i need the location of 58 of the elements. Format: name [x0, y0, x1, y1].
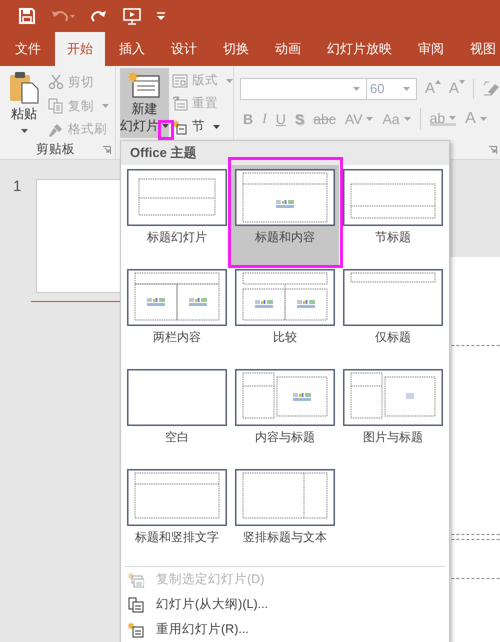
layout-option[interactable]: 图片与标题: [339, 365, 447, 465]
ribbon-tab[interactable]: 切换: [211, 32, 261, 66]
ribbon-tab[interactable]: 开始: [55, 32, 105, 66]
section-button[interactable]: 节: [172, 116, 233, 137]
highlight-frame: [158, 120, 174, 140]
caret-icon: [102, 104, 109, 108]
caret-icon: [366, 117, 374, 121]
new-slide-icon: [127, 70, 162, 100]
menu-item[interactable]: 幻灯片(从大纲)(L)...: [121, 592, 449, 617]
section-icon: [172, 118, 188, 134]
layout-option[interactable]: 仅标题: [339, 265, 447, 365]
down-triangle-icon: [459, 80, 465, 84]
ribbon-tab[interactable]: 动画: [263, 32, 313, 66]
copy-icon: [48, 98, 64, 114]
dialog-launcher-icon[interactable]: [488, 146, 497, 154]
layout-icon: [172, 72, 188, 88]
ribbon-tab[interactable]: 幻灯片放映: [315, 32, 404, 66]
new-slide-button[interactable]: 新建 幻灯片: [120, 68, 169, 138]
layout-option[interactable]: 两栏内容: [123, 265, 231, 365]
caret-icon: [226, 78, 233, 82]
layout-option[interactable]: 竖排标题与文本: [231, 465, 339, 565]
menu-item[interactable]: 重用幻灯片(R)...: [121, 617, 449, 642]
reuse-slides-icon: [128, 622, 144, 638]
reset-icon: [172, 96, 188, 112]
layout-option[interactable]: 空白: [123, 365, 231, 465]
caret-icon: [212, 124, 220, 128]
outline-slides-icon: [128, 596, 144, 612]
font-name-field[interactable]: [240, 78, 367, 100]
eraser-icon[interactable]: [482, 80, 500, 98]
ribbon-tab[interactable]: 审阅: [406, 32, 456, 66]
ribbon-tab[interactable]: 视图: [458, 32, 500, 66]
layout-option[interactable]: 节标题: [339, 165, 447, 265]
caret-icon: [162, 124, 169, 128]
ribbon-tab[interactable]: 插入: [107, 32, 157, 66]
slide-number: 1: [12, 177, 22, 197]
paste-button[interactable]: 粘贴: [0, 70, 44, 140]
clipboard-icon: [8, 70, 40, 104]
layout-option[interactable]: 标题幻灯片: [123, 165, 231, 265]
ribbon-tab[interactable]: 文件: [3, 32, 53, 66]
dialog-launcher-icon[interactable]: [102, 146, 111, 154]
layout-option[interactable]: 比较: [231, 265, 339, 365]
caret-icon: [402, 87, 410, 91]
duplicate-slides-icon: [128, 572, 144, 588]
paintbrush-icon: [48, 122, 64, 138]
ribbon-tab[interactable]: 设计: [159, 32, 209, 66]
slide-thumbnail[interactable]: [36, 179, 120, 293]
caret-icon: [480, 117, 487, 121]
layout-option[interactable]: 标题和内容: [231, 165, 339, 265]
caret-icon: [20, 128, 28, 132]
gallery-header: Office 主题: [130, 144, 196, 162]
group-label: 剪贴板: [36, 141, 75, 158]
caret-icon: [352, 87, 360, 91]
caret-icon: [449, 116, 456, 120]
layout-option[interactable]: 标题和竖排文字: [123, 465, 231, 565]
caret-icon: [404, 117, 411, 121]
layout-option[interactable]: 内容与标题: [231, 365, 339, 465]
up-triangle-icon: [434, 80, 441, 84]
scissors-icon: [48, 74, 64, 90]
